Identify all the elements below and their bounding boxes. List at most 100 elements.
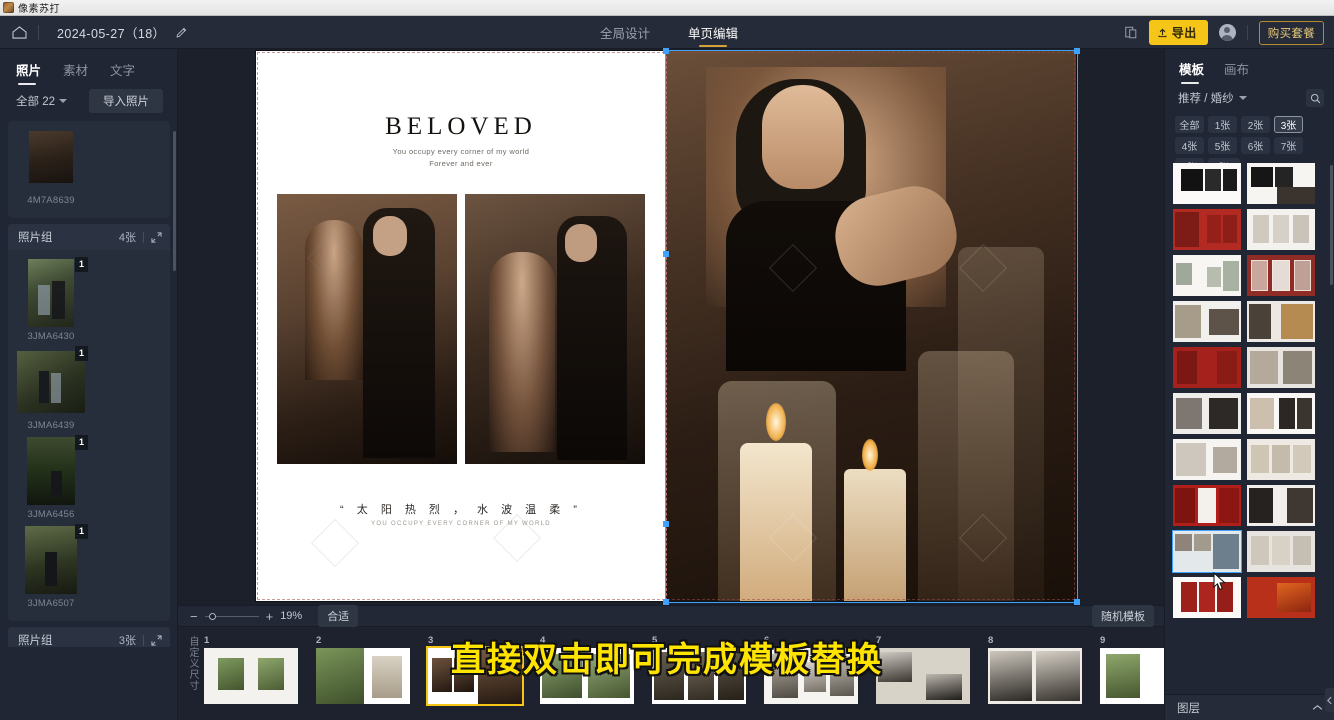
sidebar-tab-photos[interactable]: 照片 <box>16 60 41 87</box>
template-grid[interactable] <box>1165 163 1334 720</box>
template-item[interactable] <box>1247 485 1315 526</box>
sidebar-tab-materials[interactable]: 素材 <box>63 60 88 87</box>
filter-chip-7[interactable]: 7张 <box>1274 137 1303 154</box>
panel-collapse-button[interactable] <box>1325 688 1334 712</box>
page-thumbnail[interactable] <box>652 648 746 704</box>
zoom-in-button[interactable]: + <box>266 610 274 623</box>
photo-thumbnail[interactable]: 1 <box>14 257 88 329</box>
page-thumb-item[interactable]: 8 <box>988 635 1082 704</box>
page-thumb-item[interactable]: 4 <box>540 635 634 704</box>
filter-chip-5[interactable]: 5张 <box>1208 137 1237 154</box>
photo-filter-dropdown[interactable]: 全部 22 <box>16 93 67 109</box>
template-item[interactable] <box>1172 530 1242 573</box>
random-template-button[interactable]: 随机模板 <box>1092 605 1154 627</box>
buy-package-button[interactable]: 购买套餐 <box>1258 20 1324 45</box>
filter-chip-all[interactable]: 全部 <box>1175 116 1204 133</box>
top-right-actions: 导出 购买套餐 <box>1124 16 1324 49</box>
photo-thumbnail[interactable]: 1 <box>14 435 88 507</box>
template-item[interactable] <box>1247 531 1315 572</box>
page-thumb-item[interactable]: 6 <box>764 635 858 704</box>
zoom-slider[interactable] <box>204 612 259 620</box>
page-right[interactable] <box>666 51 1076 601</box>
canvas-area[interactable]: BELOVED You occupy every corner of my wo… <box>178 48 1164 605</box>
list-item[interactable]: 1 3JMA6439 <box>14 346 88 431</box>
page-thumb-item[interactable]: 2 <box>316 635 410 704</box>
tab-canvas[interactable]: 画布 <box>1224 59 1249 86</box>
photo-group: 照片组 3张 <box>8 627 170 647</box>
list-item[interactable]: 1 3JMA6456 <box>14 435 88 520</box>
template-item[interactable] <box>1247 163 1315 204</box>
page-left[interactable]: BELOVED You occupy every corner of my wo… <box>256 51 666 601</box>
template-item[interactable] <box>1173 577 1241 618</box>
photo-group-header[interactable]: 照片组 3张 <box>8 627 170 647</box>
document-title: 2024-05-27（18） <box>57 26 166 41</box>
photo-list[interactable]: 4M7A8639 照片组 4张 1 3JMA6430 1 3JMA6439 1 … <box>0 121 178 647</box>
filter-chip-4[interactable]: 4张 <box>1175 137 1204 154</box>
chevron-up-icon[interactable] <box>1312 704 1323 711</box>
filter-chip-3[interactable]: 3张 <box>1274 116 1303 133</box>
import-photos-button[interactable]: 导入照片 <box>89 89 163 113</box>
template-item[interactable] <box>1173 347 1241 388</box>
zoom-slider-knob[interactable] <box>208 612 216 620</box>
template-item[interactable] <box>1173 255 1241 296</box>
page-photo-1[interactable] <box>277 194 457 464</box>
template-item[interactable] <box>1247 393 1315 434</box>
expand-icon[interactable] <box>151 231 162 243</box>
tab-single-page-edit[interactable]: 单页编辑 <box>688 16 738 49</box>
avatar[interactable] <box>1218 24 1236 41</box>
page-thumbnail[interactable] <box>204 648 298 704</box>
fit-button[interactable]: 合适 <box>318 605 359 627</box>
page-strip[interactable]: 1 2 3 4 5 6 7 8 9 <box>178 627 1164 720</box>
filter-chip-6[interactable]: 6张 <box>1241 137 1270 154</box>
sidebar-scrollbar[interactable] <box>173 131 176 271</box>
page-thumbnail[interactable] <box>540 648 634 704</box>
template-item[interactable] <box>1173 163 1241 204</box>
zoom-out-button[interactable]: − <box>190 610 198 623</box>
page-thumbnail[interactable] <box>1100 648 1164 704</box>
template-item[interactable] <box>1247 347 1315 388</box>
tab-global-design[interactable]: 全局设计 <box>600 16 650 49</box>
export-button[interactable]: 导出 <box>1148 20 1208 45</box>
sidebar-tab-text[interactable]: 文字 <box>110 60 135 87</box>
template-item[interactable] <box>1247 301 1315 342</box>
page-thumbnail[interactable] <box>316 648 410 704</box>
template-item[interactable] <box>1247 439 1315 480</box>
filter-chip-1[interactable]: 1张 <box>1208 116 1237 133</box>
page-thumbnail[interactable] <box>426 646 524 706</box>
template-category-dropdown[interactable]: 推荐 / 婚纱 <box>1178 90 1247 106</box>
pencil-icon[interactable] <box>175 26 188 39</box>
template-item[interactable] <box>1173 209 1241 250</box>
template-scrollbar[interactable] <box>1330 165 1333 285</box>
list-item[interactable]: 1 3JMA6430 <box>14 257 88 342</box>
list-item[interactable]: 1 3JMA6507 <box>14 524 88 609</box>
page-thumbnail[interactable] <box>876 648 970 704</box>
duplicate-icon[interactable] <box>1124 25 1138 40</box>
layers-panel-header[interactable]: 图层 <box>1165 694 1334 720</box>
template-item[interactable] <box>1173 439 1241 480</box>
filter-chip-2[interactable]: 2张 <box>1241 116 1270 133</box>
page-thumb-item[interactable]: 9 <box>1100 635 1164 704</box>
page-spread[interactable]: BELOVED You occupy every corner of my wo… <box>256 51 1076 601</box>
template-item[interactable] <box>1247 255 1315 296</box>
home-button[interactable] <box>0 16 38 49</box>
page-photo-2[interactable] <box>465 194 645 464</box>
expand-icon[interactable] <box>151 634 162 646</box>
tab-templates[interactable]: 模板 <box>1179 59 1204 86</box>
template-item[interactable] <box>1247 577 1315 618</box>
page-thumb-item[interactable]: 5 <box>652 635 746 704</box>
template-search-button[interactable] <box>1306 89 1324 107</box>
page-thumbnail[interactable] <box>988 648 1082 704</box>
page-thumbnail[interactable] <box>764 648 858 704</box>
template-item[interactable] <box>1173 301 1241 342</box>
photo-thumbnail[interactable] <box>14 121 88 193</box>
template-item[interactable] <box>1247 209 1315 250</box>
template-item[interactable] <box>1173 393 1241 434</box>
photo-thumbnail[interactable]: 1 <box>14 524 88 596</box>
page-thumb-item[interactable]: 7 <box>876 635 970 704</box>
photo-group-header[interactable]: 照片组 4张 <box>8 224 170 250</box>
template-item[interactable] <box>1173 485 1241 526</box>
list-item[interactable]: 4M7A8639 <box>14 121 88 206</box>
page-thumb-item[interactable]: 1 <box>204 635 298 704</box>
photo-thumbnail[interactable]: 1 <box>14 346 88 418</box>
page-thumb-item[interactable]: 3 <box>426 635 524 706</box>
